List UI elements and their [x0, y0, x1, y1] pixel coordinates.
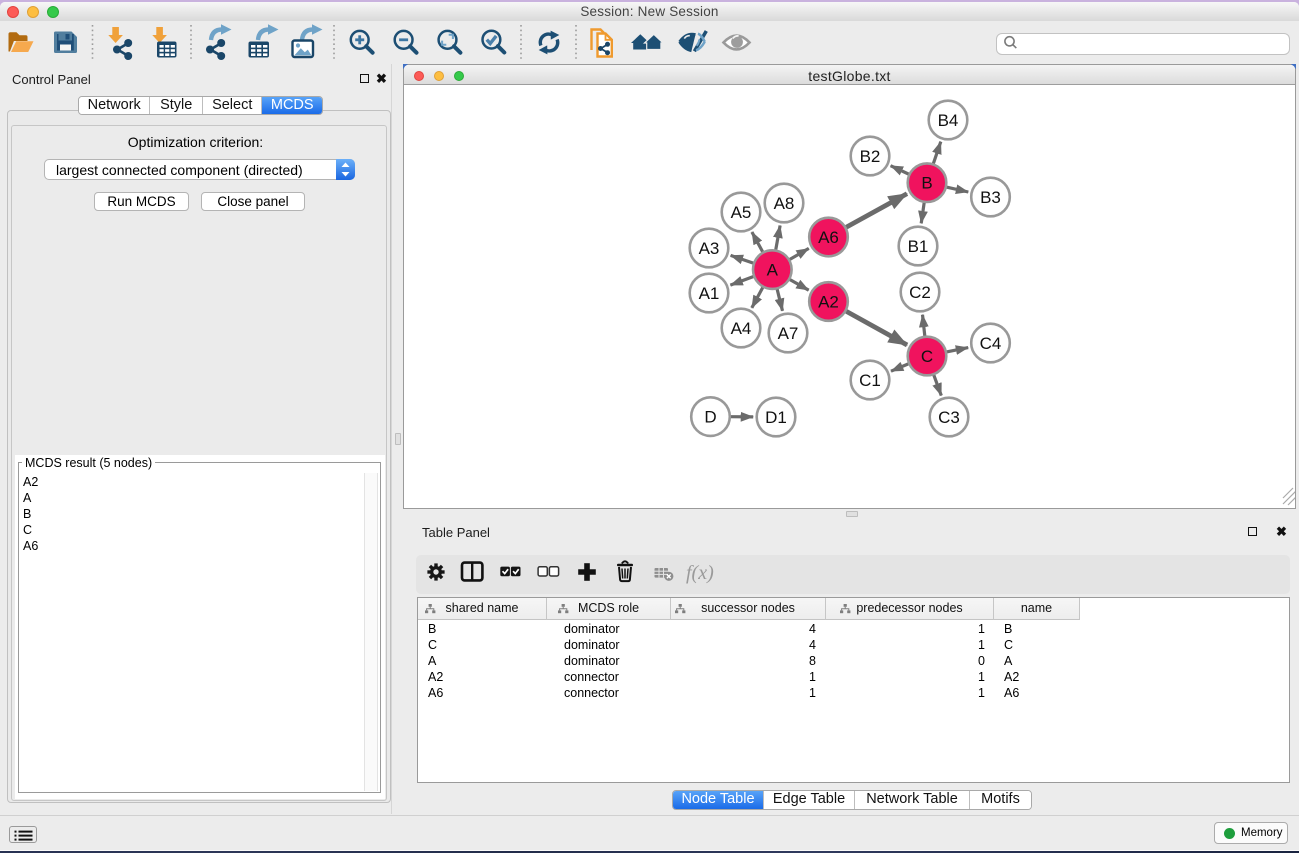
- svg-text:A2: A2: [818, 293, 839, 312]
- svg-text:B3: B3: [980, 188, 1001, 207]
- svg-text:A: A: [767, 261, 779, 280]
- svg-text:A3: A3: [699, 239, 720, 258]
- svg-text:A5: A5: [731, 203, 752, 222]
- svg-text:A7: A7: [778, 324, 799, 343]
- svg-text:A6: A6: [818, 228, 839, 247]
- svg-text:D: D: [704, 408, 716, 427]
- svg-text:B2: B2: [860, 147, 881, 166]
- svg-text:C1: C1: [859, 371, 881, 390]
- svg-text:C2: C2: [909, 283, 931, 302]
- svg-text:A1: A1: [699, 284, 720, 303]
- svg-text:C4: C4: [980, 334, 1002, 353]
- svg-text:B1: B1: [908, 237, 929, 256]
- svg-text:B4: B4: [938, 111, 959, 130]
- svg-text:C: C: [921, 347, 933, 366]
- svg-text:C3: C3: [938, 408, 960, 427]
- svg-text:B: B: [921, 174, 932, 193]
- svg-text:A4: A4: [731, 319, 752, 338]
- svg-text:f(x): f(x): [686, 562, 714, 584]
- svg-text:D1: D1: [765, 408, 787, 427]
- svg-text:A8: A8: [774, 194, 795, 213]
